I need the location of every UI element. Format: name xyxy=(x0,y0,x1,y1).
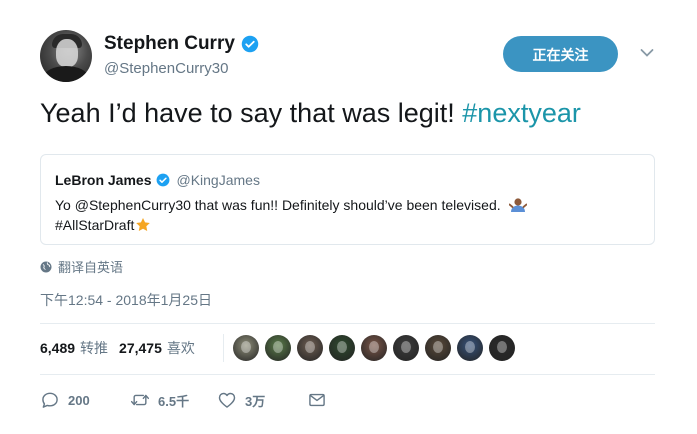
author-avatar[interactable] xyxy=(40,30,92,82)
liker-avatar[interactable] xyxy=(297,335,323,361)
tweet-timestamp[interactable]: 下午12:54 - 2018年1月25日 xyxy=(40,290,212,310)
tweet-text: Yeah I’d have to say that was legit! #ne… xyxy=(40,98,581,129)
retweets-count[interactable]: 6,489 xyxy=(40,340,75,356)
liker-avatars xyxy=(233,335,521,361)
star-emoji-icon xyxy=(136,218,151,231)
retweet-icon xyxy=(130,394,150,406)
like-button[interactable]: 3万 xyxy=(217,390,307,410)
quoted-hashtag: #AllStarDraft xyxy=(55,217,135,233)
author-display-name[interactable]: Stephen Curry xyxy=(104,33,235,55)
liker-avatar[interactable] xyxy=(265,335,291,361)
liker-avatar[interactable] xyxy=(393,335,419,361)
heart-icon xyxy=(218,392,236,408)
verified-badge-icon xyxy=(241,35,259,53)
divider xyxy=(40,323,655,324)
reply-button[interactable]: 200 xyxy=(40,390,130,410)
likes-label[interactable]: 喜欢 xyxy=(167,338,195,358)
liker-avatar[interactable] xyxy=(329,335,355,361)
liker-avatar[interactable] xyxy=(233,335,259,361)
quoted-author-handle: @KingJames xyxy=(176,172,260,188)
author-handle[interactable]: @StephenCurry30 xyxy=(104,60,228,77)
translate-link[interactable]: 翻译自英语 xyxy=(40,257,123,276)
divider xyxy=(40,374,655,375)
quoted-tweet[interactable]: LeBron James @KingJames Yo @StephenCurry… xyxy=(40,154,655,245)
direct-message-button[interactable] xyxy=(307,390,327,410)
verified-badge-icon xyxy=(157,173,170,187)
like-count: 3万 xyxy=(245,393,266,409)
envelope-icon xyxy=(309,393,325,407)
quoted-text-line1: Yo @StephenCurry30 that was fun!! Defini… xyxy=(55,197,501,213)
hashtag-link[interactable]: #nextyear xyxy=(462,98,581,128)
liker-avatar[interactable] xyxy=(457,335,483,361)
following-button[interactable]: 正在关注 xyxy=(503,36,618,72)
retweet-button[interactable]: 6.5千 xyxy=(130,390,217,410)
globe-icon xyxy=(40,261,52,272)
stats-separator xyxy=(223,334,224,362)
liker-avatar[interactable] xyxy=(489,335,515,361)
likes-count[interactable]: 27,475 xyxy=(119,340,162,356)
tweet-stats: 6,489 转推 27,475 喜欢 xyxy=(40,338,206,358)
tweet-actions: 200 6.5千 3万 xyxy=(40,390,327,410)
quoted-author-name: LeBron James xyxy=(55,172,152,188)
translate-label[interactable]: 翻译自英语 xyxy=(58,257,123,276)
author-name-row[interactable]: Stephen Curry xyxy=(104,33,259,55)
retweet-count: 6.5千 xyxy=(158,393,190,409)
tweet-detail: Stephen Curry @StephenCurry30 正在关注 Yeah … xyxy=(0,0,697,434)
person-shrugging-emoji-icon xyxy=(508,198,527,212)
reply-count: 200 xyxy=(68,392,90,408)
chevron-down-icon[interactable] xyxy=(640,48,654,58)
tweet-body: Yeah I’d have to say that was legit! xyxy=(40,98,463,128)
liker-avatar[interactable] xyxy=(361,335,387,361)
retweets-label[interactable]: 转推 xyxy=(80,338,108,358)
quoted-tweet-text: Yo @StephenCurry30 that was fun!! Defini… xyxy=(55,195,635,235)
reply-icon xyxy=(42,392,58,408)
quoted-tweet-header: LeBron James @KingJames xyxy=(55,172,260,188)
liker-avatar[interactable] xyxy=(425,335,451,361)
